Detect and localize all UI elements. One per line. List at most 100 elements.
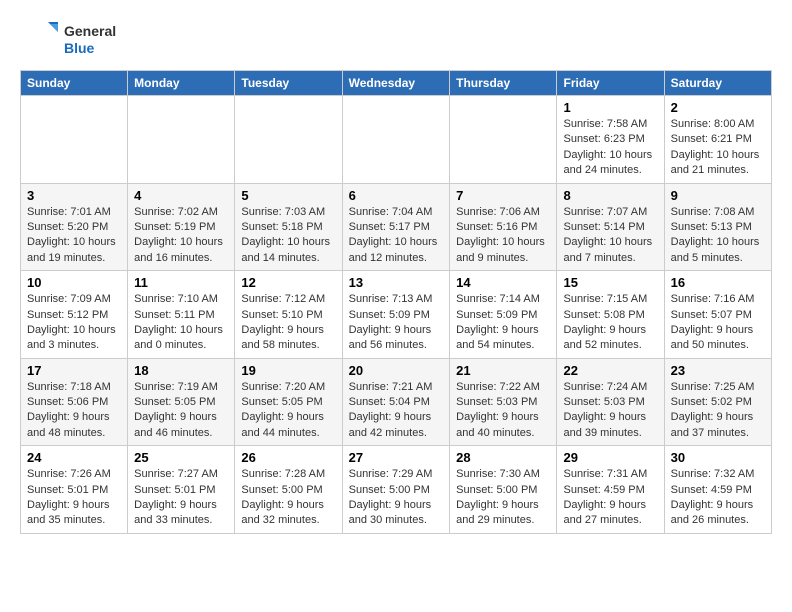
day-number: 9 bbox=[671, 188, 765, 203]
calendar-cell: 27 Sunrise: 7:29 AMSunset: 5:00 PMDayligh… bbox=[342, 446, 450, 534]
day-info: Sunrise: 7:13 AMSunset: 5:09 PMDaylight:… bbox=[349, 292, 444, 354]
calendar-cell: 21Sunrise: 7:22 AMSunset: 5:03 PMDayligh… bbox=[450, 358, 557, 446]
day-info: Sunrise: 7:02 AMSunset: 5:19 PMDaylight:… bbox=[134, 205, 228, 267]
header: General Blue bbox=[20, 20, 772, 60]
day-info: Sunrise: 7:25 AMSunset: 5:02 PMDaylight:… bbox=[671, 380, 765, 442]
calendar-cell: 18 Sunrise: 7:19 AMSunset: 5:05 PMDayligh… bbox=[128, 358, 235, 446]
calendar-cell: 19 Sunrise: 7:20 AMSunset: 5:05 PMDayligh… bbox=[235, 358, 342, 446]
day-info: Sunrise: 7:29 AMSunset: 5:00 PMDaylight:… bbox=[349, 467, 444, 529]
calendar-week-row: 24 Sunrise: 7:26 AMSunset: 5:01 PMDayligh… bbox=[21, 446, 772, 534]
logo-blue: Blue bbox=[64, 40, 94, 56]
day-number: 30 bbox=[671, 450, 765, 465]
day-number: 3 bbox=[27, 188, 121, 203]
day-number: 4 bbox=[134, 188, 228, 203]
day-number: 13 bbox=[349, 275, 444, 290]
day-info: Sunrise: 7:31 AMSunset: 4:59 PMDaylight:… bbox=[563, 467, 657, 529]
day-number: 7 bbox=[456, 188, 550, 203]
calendar-cell: 26Sunrise: 7:28 AMSunset: 5:00 PMDayligh… bbox=[235, 446, 342, 534]
day-info: Sunrise: 7:10 AMSunset: 5:11 PMDaylight:… bbox=[134, 292, 228, 354]
day-number: 18 bbox=[134, 363, 228, 378]
calendar-cell bbox=[21, 96, 128, 184]
calendar-cell: 30 Sunrise: 7:32 AMSunset: 4:59 PMDayligh… bbox=[664, 446, 771, 534]
calendar-cell: 9 Sunrise: 7:08 AMSunset: 5:13 PMDaylight… bbox=[664, 183, 771, 271]
day-number: 20 bbox=[349, 363, 444, 378]
day-info: Sunrise: 7:58 AMSunset: 6:23 PMDaylight:… bbox=[563, 117, 657, 179]
day-number: 22 bbox=[563, 363, 657, 378]
calendar-week-row: 17 Sunrise: 7:18 AMSunset: 5:06 PMDayligh… bbox=[21, 358, 772, 446]
logo-text-block: General Blue bbox=[64, 23, 116, 57]
day-number: 15 bbox=[563, 275, 657, 290]
day-info: Sunrise: 7:18 AMSunset: 5:06 PMDaylight:… bbox=[27, 380, 121, 442]
weekday-header-saturday: Saturday bbox=[664, 71, 771, 96]
weekday-header-tuesday: Tuesday bbox=[235, 71, 342, 96]
calendar-cell: 2 Sunrise: 8:00 AMSunset: 6:21 PMDaylight… bbox=[664, 96, 771, 184]
calendar-cell: 17 Sunrise: 7:18 AMSunset: 5:06 PMDayligh… bbox=[21, 358, 128, 446]
day-info: Sunrise: 7:06 AMSunset: 5:16 PMDaylight:… bbox=[456, 205, 550, 267]
day-info: Sunrise: 7:30 AMSunset: 5:00 PMDaylight:… bbox=[456, 467, 550, 529]
calendar-week-row: 10Sunrise: 7:09 AMSunset: 5:12 PMDayligh… bbox=[21, 271, 772, 359]
calendar-cell: 8Sunrise: 7:07 AMSunset: 5:14 PMDaylight… bbox=[557, 183, 664, 271]
day-info: Sunrise: 7:03 AMSunset: 5:18 PMDaylight:… bbox=[241, 205, 335, 267]
day-number: 26 bbox=[241, 450, 335, 465]
day-number: 28 bbox=[456, 450, 550, 465]
calendar-cell: 22 Sunrise: 7:24 AMSunset: 5:03 PMDayligh… bbox=[557, 358, 664, 446]
calendar-week-row: 1Sunrise: 7:58 AMSunset: 6:23 PMDaylight… bbox=[21, 96, 772, 184]
day-number: 14 bbox=[456, 275, 550, 290]
calendar-cell: 20 Sunrise: 7:21 AMSunset: 5:04 PMDayligh… bbox=[342, 358, 450, 446]
weekday-header-monday: Monday bbox=[128, 71, 235, 96]
day-info: Sunrise: 7:08 AMSunset: 5:13 PMDaylight:… bbox=[671, 205, 765, 267]
calendar-cell: 15 Sunrise: 7:15 AMSunset: 5:08 PMDayligh… bbox=[557, 271, 664, 359]
day-number: 5 bbox=[241, 188, 335, 203]
day-number: 27 bbox=[349, 450, 444, 465]
day-number: 17 bbox=[27, 363, 121, 378]
weekday-header-thursday: Thursday bbox=[450, 71, 557, 96]
calendar-cell: 1Sunrise: 7:58 AMSunset: 6:23 PMDaylight… bbox=[557, 96, 664, 184]
calendar-cell: 3 Sunrise: 7:01 AMSunset: 5:20 PMDaylight… bbox=[21, 183, 128, 271]
calendar-cell bbox=[450, 96, 557, 184]
calendar-cell: 29Sunrise: 7:31 AMSunset: 4:59 PMDayligh… bbox=[557, 446, 664, 534]
day-info: Sunrise: 7:20 AMSunset: 5:05 PMDaylight:… bbox=[241, 380, 335, 442]
day-number: 6 bbox=[349, 188, 444, 203]
day-info: Sunrise: 7:04 AMSunset: 5:17 PMDaylight:… bbox=[349, 205, 444, 267]
day-number: 24 bbox=[27, 450, 121, 465]
calendar-cell: 24 Sunrise: 7:26 AMSunset: 5:01 PMDayligh… bbox=[21, 446, 128, 534]
day-info: Sunrise: 7:15 AMSunset: 5:08 PMDaylight:… bbox=[563, 292, 657, 354]
day-info: Sunrise: 7:19 AMSunset: 5:05 PMDaylight:… bbox=[134, 380, 228, 442]
weekday-header-row: SundayMondayTuesdayWednesdayThursdayFrid… bbox=[21, 71, 772, 96]
day-number: 10 bbox=[27, 275, 121, 290]
day-info: Sunrise: 7:21 AMSunset: 5:04 PMDaylight:… bbox=[349, 380, 444, 442]
calendar-cell: 25 Sunrise: 7:27 AMSunset: 5:01 PMDayligh… bbox=[128, 446, 235, 534]
day-info: Sunrise: 7:32 AMSunset: 4:59 PMDaylight:… bbox=[671, 467, 765, 529]
day-info: Sunrise: 7:16 AMSunset: 5:07 PMDaylight:… bbox=[671, 292, 765, 354]
calendar-cell: 13 Sunrise: 7:13 AMSunset: 5:09 PMDayligh… bbox=[342, 271, 450, 359]
calendar-table: SundayMondayTuesdayWednesdayThursdayFrid… bbox=[20, 70, 772, 534]
day-number: 12 bbox=[241, 275, 335, 290]
logo: General Blue bbox=[20, 20, 116, 60]
calendar-cell: 23 Sunrise: 7:25 AMSunset: 5:02 PMDayligh… bbox=[664, 358, 771, 446]
day-number: 19 bbox=[241, 363, 335, 378]
calendar-cell: 10Sunrise: 7:09 AMSunset: 5:12 PMDayligh… bbox=[21, 271, 128, 359]
day-info: Sunrise: 7:07 AMSunset: 5:14 PMDaylight:… bbox=[563, 205, 657, 267]
day-info: Sunrise: 7:01 AMSunset: 5:20 PMDaylight:… bbox=[27, 205, 121, 267]
calendar-cell: 16Sunrise: 7:16 AMSunset: 5:07 PMDayligh… bbox=[664, 271, 771, 359]
calendar-cell: 4 Sunrise: 7:02 AMSunset: 5:19 PMDaylight… bbox=[128, 183, 235, 271]
day-info: Sunrise: 7:12 AMSunset: 5:10 PMDaylight:… bbox=[241, 292, 335, 354]
weekday-header-sunday: Sunday bbox=[21, 71, 128, 96]
day-info: Sunrise: 8:00 AMSunset: 6:21 PMDaylight:… bbox=[671, 117, 765, 179]
calendar-cell: 6 Sunrise: 7:04 AMSunset: 5:17 PMDaylight… bbox=[342, 183, 450, 271]
weekday-header-wednesday: Wednesday bbox=[342, 71, 450, 96]
calendar-cell: 28 Sunrise: 7:30 AMSunset: 5:00 PMDayligh… bbox=[450, 446, 557, 534]
day-info: Sunrise: 7:27 AMSunset: 5:01 PMDaylight:… bbox=[134, 467, 228, 529]
calendar-cell bbox=[128, 96, 235, 184]
day-number: 25 bbox=[134, 450, 228, 465]
calendar-cell bbox=[342, 96, 450, 184]
day-number: 23 bbox=[671, 363, 765, 378]
logo-general: General bbox=[64, 23, 116, 39]
day-number: 2 bbox=[671, 100, 765, 115]
logo-svg bbox=[20, 20, 60, 60]
day-info: Sunrise: 7:22 AMSunset: 5:03 PMDaylight:… bbox=[456, 380, 550, 442]
calendar-cell: 14Sunrise: 7:14 AMSunset: 5:09 PMDayligh… bbox=[450, 271, 557, 359]
day-info: Sunrise: 7:26 AMSunset: 5:01 PMDaylight:… bbox=[27, 467, 121, 529]
day-info: Sunrise: 7:24 AMSunset: 5:03 PMDaylight:… bbox=[563, 380, 657, 442]
day-number: 11 bbox=[134, 275, 228, 290]
